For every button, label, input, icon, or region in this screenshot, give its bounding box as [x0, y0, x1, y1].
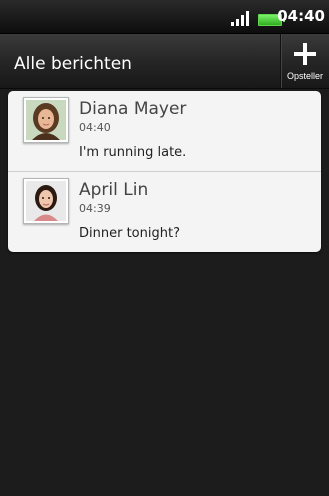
- message-list: Diana Mayer 04:40 I'm running late. Apri…: [8, 91, 321, 252]
- contact-photo-icon[interactable]: [23, 178, 69, 224]
- signal-icon: [231, 11, 249, 26]
- status-bar: 04:40: [0, 0, 329, 34]
- compose-button-label: Opsteller: [286, 71, 323, 81]
- status-clock: 04:40: [277, 7, 325, 25]
- page-title: Alle berichten: [14, 54, 132, 74]
- message-time: 04:39: [79, 202, 111, 215]
- message-preview: I'm running late.: [79, 145, 187, 160]
- contact-name: April Lin: [79, 180, 149, 200]
- title-bar: Alle berichten Opsteller: [0, 34, 329, 89]
- plus-icon: [294, 43, 316, 65]
- compose-button[interactable]: Opsteller: [280, 34, 329, 88]
- screen: 04:40 Alle berichten Opsteller Diana May…: [0, 0, 329, 496]
- message-preview: Dinner tonight?: [79, 226, 180, 241]
- conversation-item[interactable]: Diana Mayer 04:40 I'm running late.: [8, 91, 321, 172]
- message-time: 04:40: [79, 121, 111, 134]
- contact-photo-icon[interactable]: [23, 97, 69, 143]
- conversation-item[interactable]: April Lin 04:39 Dinner tonight?: [8, 172, 321, 252]
- contact-name: Diana Mayer: [79, 99, 187, 119]
